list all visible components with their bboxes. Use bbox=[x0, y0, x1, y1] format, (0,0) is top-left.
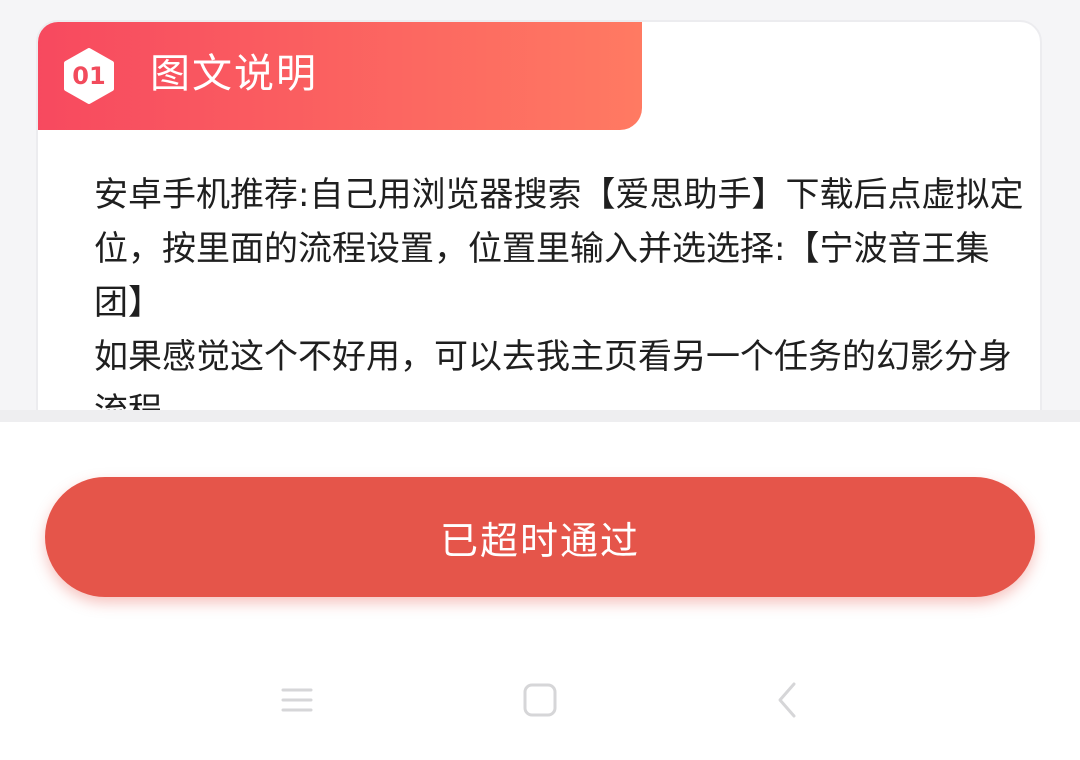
back-icon bbox=[778, 682, 796, 718]
step-badge: 01 bbox=[61, 48, 117, 104]
card-body: 安卓手机推荐:自己用浏览器搜索【爱思助手】下载后点虚拟定位，按里面的流程设置，位… bbox=[94, 168, 1034, 438]
screen: 01 图文说明 安卓手机推荐:自己用浏览器搜索【爱思助手】下载后点虚拟定位，按里… bbox=[0, 0, 1080, 760]
instruction-paragraph-1: 安卓手机推荐:自己用浏览器搜索【爱思助手】下载后点虚拟定位，按里面的流程设置，位… bbox=[94, 175, 1024, 323]
instruction-card: 01 图文说明 安卓手机推荐:自己用浏览器搜索【爱思助手】下载后点虚拟定位，按里… bbox=[36, 20, 1042, 440]
system-nav-bar bbox=[0, 640, 1080, 760]
nav-menu-button[interactable] bbox=[275, 678, 319, 722]
menu-icon bbox=[281, 688, 313, 712]
step-number: 01 bbox=[72, 62, 106, 90]
home-icon bbox=[523, 683, 557, 717]
timeout-pass-button[interactable]: 已超时通过 bbox=[45, 477, 1035, 597]
nav-home-button[interactable] bbox=[518, 678, 562, 722]
card-header: 01 图文说明 bbox=[38, 22, 642, 130]
nav-back-button[interactable] bbox=[766, 678, 810, 722]
card-title: 图文说明 bbox=[150, 51, 318, 97]
